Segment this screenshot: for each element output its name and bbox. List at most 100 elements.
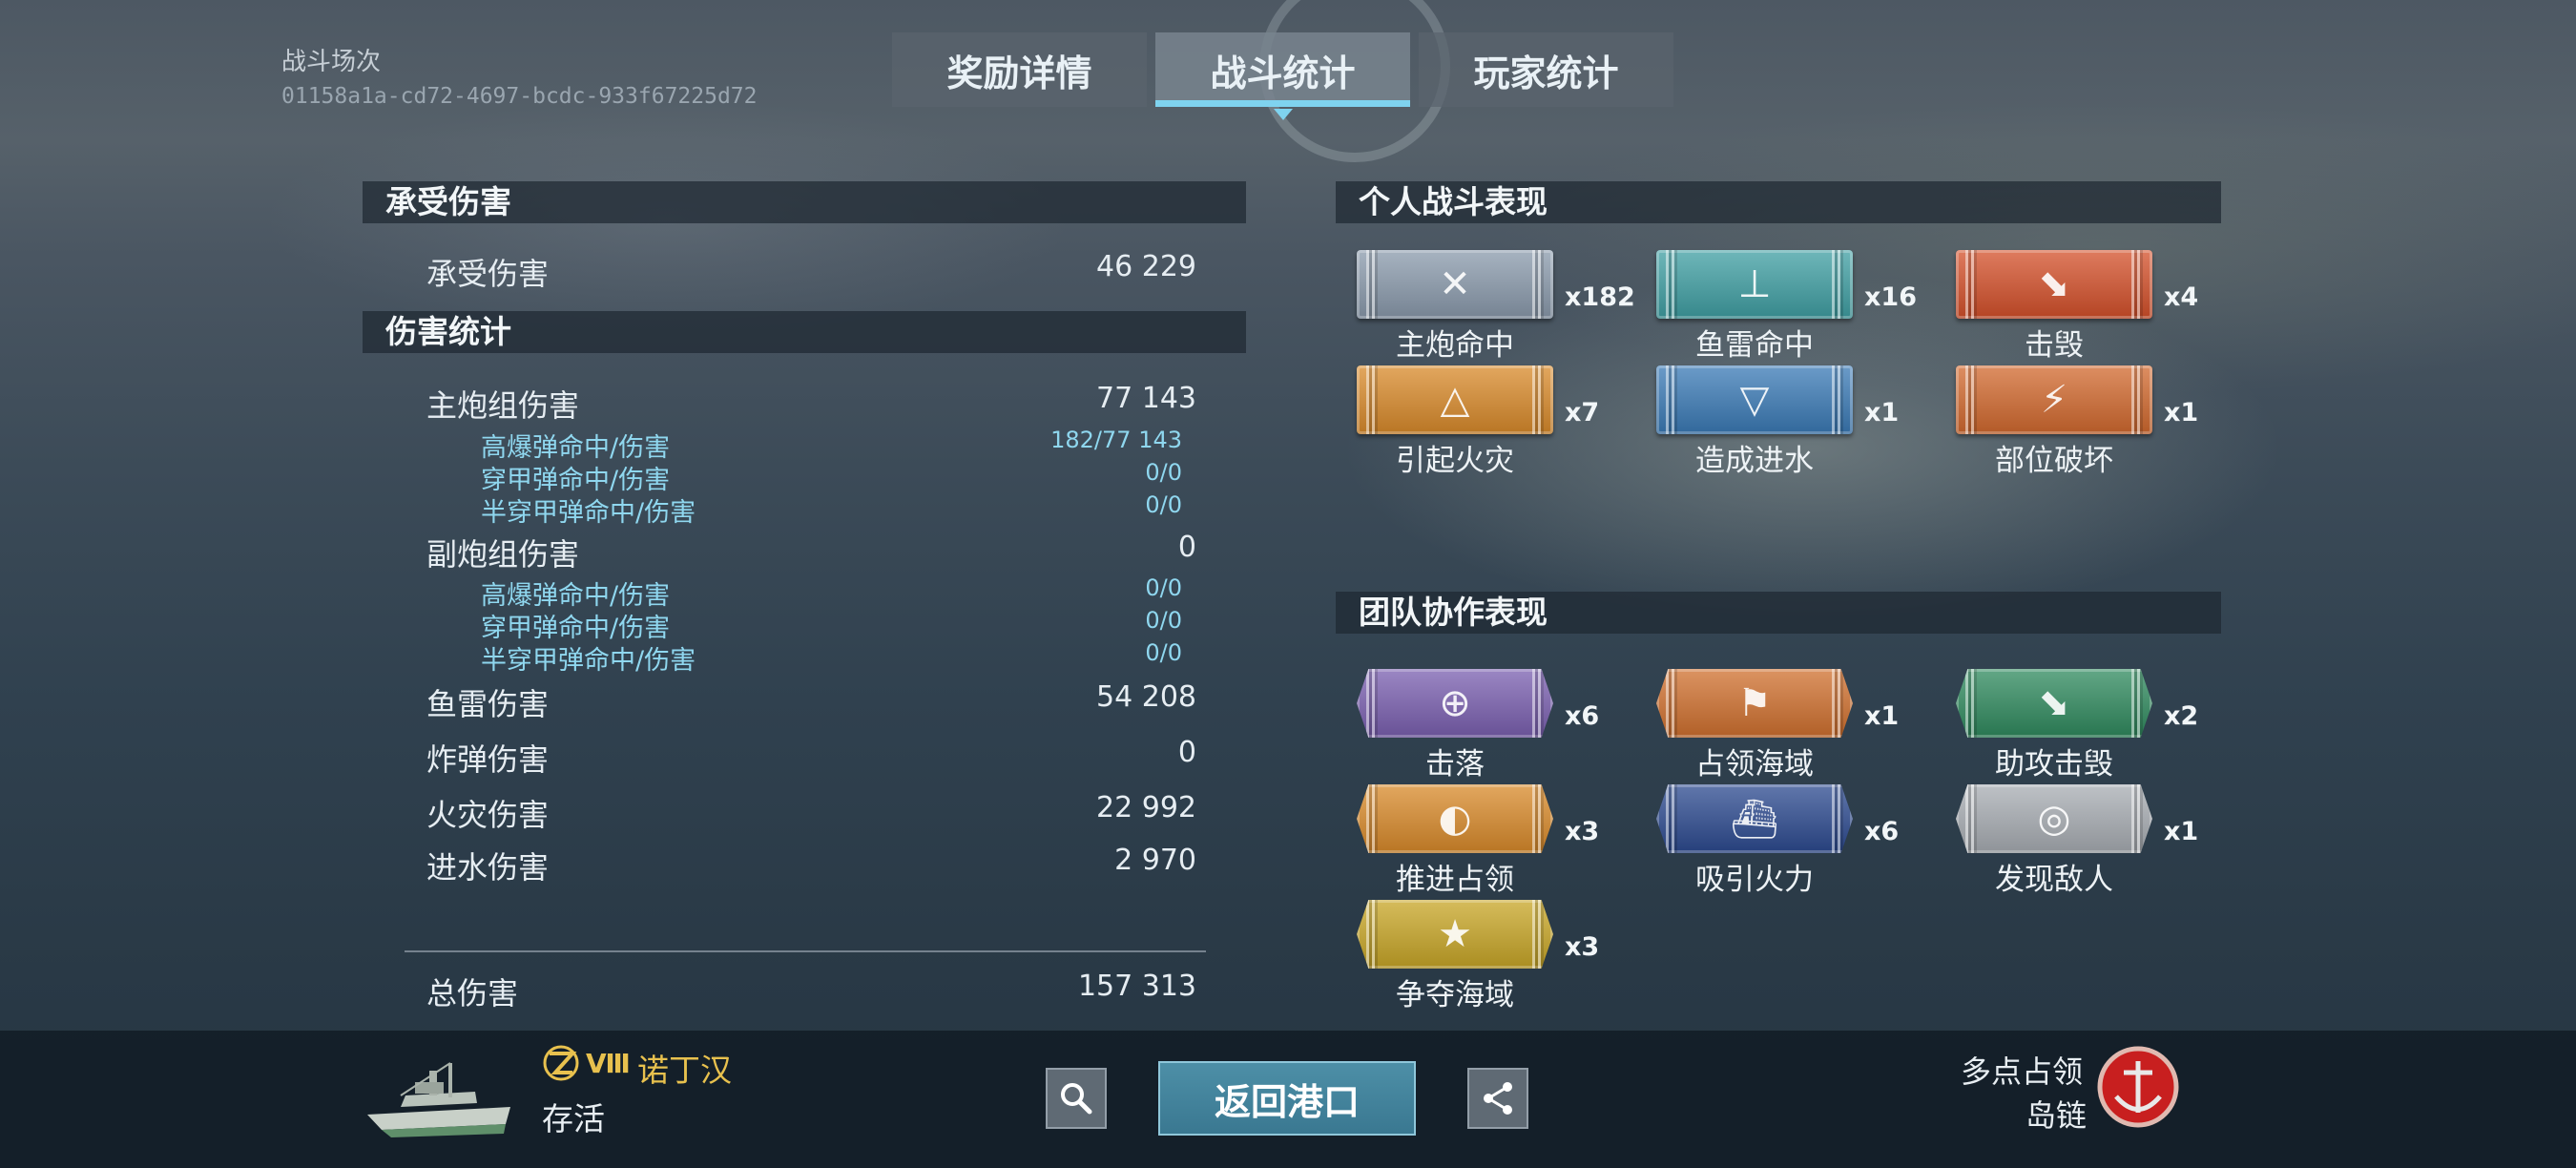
medal-module-destroyed[interactable]: ⚡ 部位破坏 x1	[1956, 365, 2198, 478]
map-name: 岛链	[2025, 1097, 2088, 1134]
medal-plane-shotdown[interactable]: ⊕ 击落 x6	[1357, 669, 1599, 782]
medal-count: x16	[1864, 282, 1917, 312]
ship-name: 诺丁汉	[637, 1052, 732, 1089]
medal-label: 部位破坏	[1995, 444, 2113, 478]
battle-id: 01158a1a-cd72-4697-bcdc-933f67225d72	[281, 84, 758, 109]
medal-count: x1	[1864, 701, 1900, 731]
medal-count: x6	[1565, 701, 1600, 731]
medal-torpedo[interactable]: ⊥ 鱼雷命中 x16	[1656, 250, 1917, 363]
return-to-port-button[interactable]: 返回港口	[1158, 1061, 1416, 1136]
medal-label: 造成进水	[1695, 444, 1814, 478]
medal-flooding[interactable]: ▽ 造成进水 x1	[1656, 365, 1899, 478]
flooding-row: 进水伤害 2 970	[426, 844, 1196, 887]
damage-stats-header: 伤害统计	[363, 311, 1246, 353]
stat-value: 22 992	[1096, 791, 1196, 824]
stat-value: 0	[1177, 531, 1196, 564]
medal-sinking-ship[interactable]: ⬊ 击毁 x4	[1956, 250, 2198, 363]
medal-contest-zone[interactable]: ★ 争夺海域 x3	[1357, 900, 1599, 1012]
tab-battle-stats[interactable]: 战斗统计	[1155, 32, 1410, 120]
contest-zone-icon: ★	[1357, 900, 1553, 969]
capture-flag-icon: ⚑	[1656, 669, 1853, 738]
medal-count: x2	[2164, 701, 2199, 731]
medal-count: x1	[2164, 398, 2199, 428]
stat-label: 炸弹伤害	[426, 741, 550, 778]
medal-shells[interactable]: ✕ 主炮命中 x182	[1357, 250, 1635, 363]
medal-count: x6	[1864, 817, 1900, 846]
battle-caption: 战斗场次	[281, 48, 382, 76]
medal-count: x7	[1565, 398, 1600, 428]
ship-icon	[367, 1062, 510, 1137]
team-performance-header: 团队协作表现	[1336, 592, 2221, 634]
medal-fire[interactable]: △ 引起火灾 x7	[1357, 365, 1599, 478]
share-button[interactable]	[1467, 1068, 1528, 1129]
medal-assist-kill[interactable]: ⬊ 助攻击毁 x2	[1956, 669, 2198, 782]
medal-count: x3	[1565, 817, 1600, 846]
damage-taken-header: 承受伤害	[363, 181, 1246, 223]
ship-tier: Ⅷ	[586, 1048, 631, 1079]
search-button[interactable]	[1046, 1068, 1107, 1129]
stat-value: 157 313	[1077, 970, 1196, 1003]
anchor-emblem-icon	[2097, 1046, 2179, 1128]
stat-label: 承受伤害	[426, 256, 550, 292]
stat-value: 2 970	[1114, 844, 1196, 877]
damage-taken-row: 承受伤害 46 229	[426, 250, 1196, 294]
fire-row: 火灾伤害 22 992	[426, 791, 1196, 835]
torpedo-icon: ⊥	[1656, 250, 1853, 319]
search-icon	[1061, 1083, 1092, 1115]
sinking-ship-icon: ⬊	[1956, 250, 2152, 319]
bomb-row: 炸弹伤害 0	[426, 736, 1196, 780]
medal-label: 击毁	[2025, 328, 2084, 363]
medal-label: 助攻击毁	[1995, 747, 2113, 782]
battle-mode: 多点占领	[1961, 1053, 2084, 1090]
medal-label: 发现敌人	[1995, 863, 2113, 897]
medal-count: x182	[1565, 282, 1635, 312]
plane-shotdown-icon: ⊕	[1357, 669, 1553, 738]
survival-status: 存活	[542, 1100, 605, 1137]
medal-count: x3	[1565, 932, 1600, 962]
sub-stat-label: 半穿甲弹命中/伤害	[481, 498, 696, 528]
tier-emblem-icon	[543, 1045, 579, 1081]
fire-icon: △	[1357, 365, 1553, 434]
stat-label: 火灾伤害	[426, 797, 550, 833]
secondary-row: 副炮组伤害 0	[426, 531, 1196, 574]
assist-kill-icon: ⬊	[1956, 669, 2152, 738]
medal-label: 引起火灾	[1396, 444, 1514, 478]
sub-stat-value: 0/0	[1145, 491, 1182, 518]
flooding-icon: ▽	[1656, 365, 1853, 434]
medal-label: 占领海域	[1695, 747, 1814, 782]
stat-value: 0	[1177, 736, 1196, 769]
medal-capture-flag[interactable]: ⚑ 占领海域 x1	[1656, 669, 1899, 782]
shells-icon: ✕	[1357, 250, 1553, 319]
medal-label: 争夺海域	[1396, 978, 1514, 1012]
stat-value: 54 208	[1096, 680, 1196, 714]
sub-stat-label: 半穿甲弹命中/伤害	[481, 646, 696, 676]
medal-count: x1	[1864, 398, 1900, 428]
spotting-icon: ◎	[1956, 784, 2152, 853]
stat-label: 总伤害	[426, 975, 519, 1012]
stat-value: 46 229	[1096, 250, 1196, 283]
medal-label: 主炮命中	[1396, 328, 1514, 363]
stat-label: 主炮组伤害	[426, 387, 580, 424]
stat-label: 副炮组伤害	[426, 536, 580, 573]
sub-stat-value: 0/0	[1145, 639, 1182, 666]
module-destroyed-icon: ⚡	[1956, 365, 2152, 434]
main-battery-row: 主炮组伤害 77 143	[426, 382, 1196, 426]
stat-label: 鱼雷伤害	[426, 686, 550, 722]
medal-count: x1	[2164, 817, 2199, 846]
tab-player-stats[interactable]: 玩家统计	[1419, 32, 1673, 107]
medal-capture-progress[interactable]: ◐ 推进占领 x3	[1357, 784, 1599, 897]
tab-bar: 奖励详情 战斗统计 玩家统计	[892, 32, 1682, 120]
main-sap-row: 半穿甲弹命中/伤害 0/0	[481, 491, 1182, 529]
medal-spotting[interactable]: ◎ 发现敌人 x1	[1956, 784, 2198, 897]
divider	[405, 950, 1206, 952]
medal-draw-fire[interactable]: ⛴ 吸引火力 x6	[1656, 784, 1899, 897]
personal-performance-header: 个人战斗表现	[1336, 181, 2221, 223]
draw-fire-icon: ⛴	[1656, 784, 1853, 853]
medal-label: 推进占领	[1396, 863, 1514, 897]
share-icon	[1484, 1082, 1512, 1115]
stat-label: 进水伤害	[426, 849, 550, 886]
stat-value: 77 143	[1096, 382, 1196, 415]
medal-count: x4	[2164, 282, 2199, 312]
tab-rewards[interactable]: 奖励详情	[892, 32, 1147, 107]
medal-label: 击落	[1425, 747, 1485, 782]
